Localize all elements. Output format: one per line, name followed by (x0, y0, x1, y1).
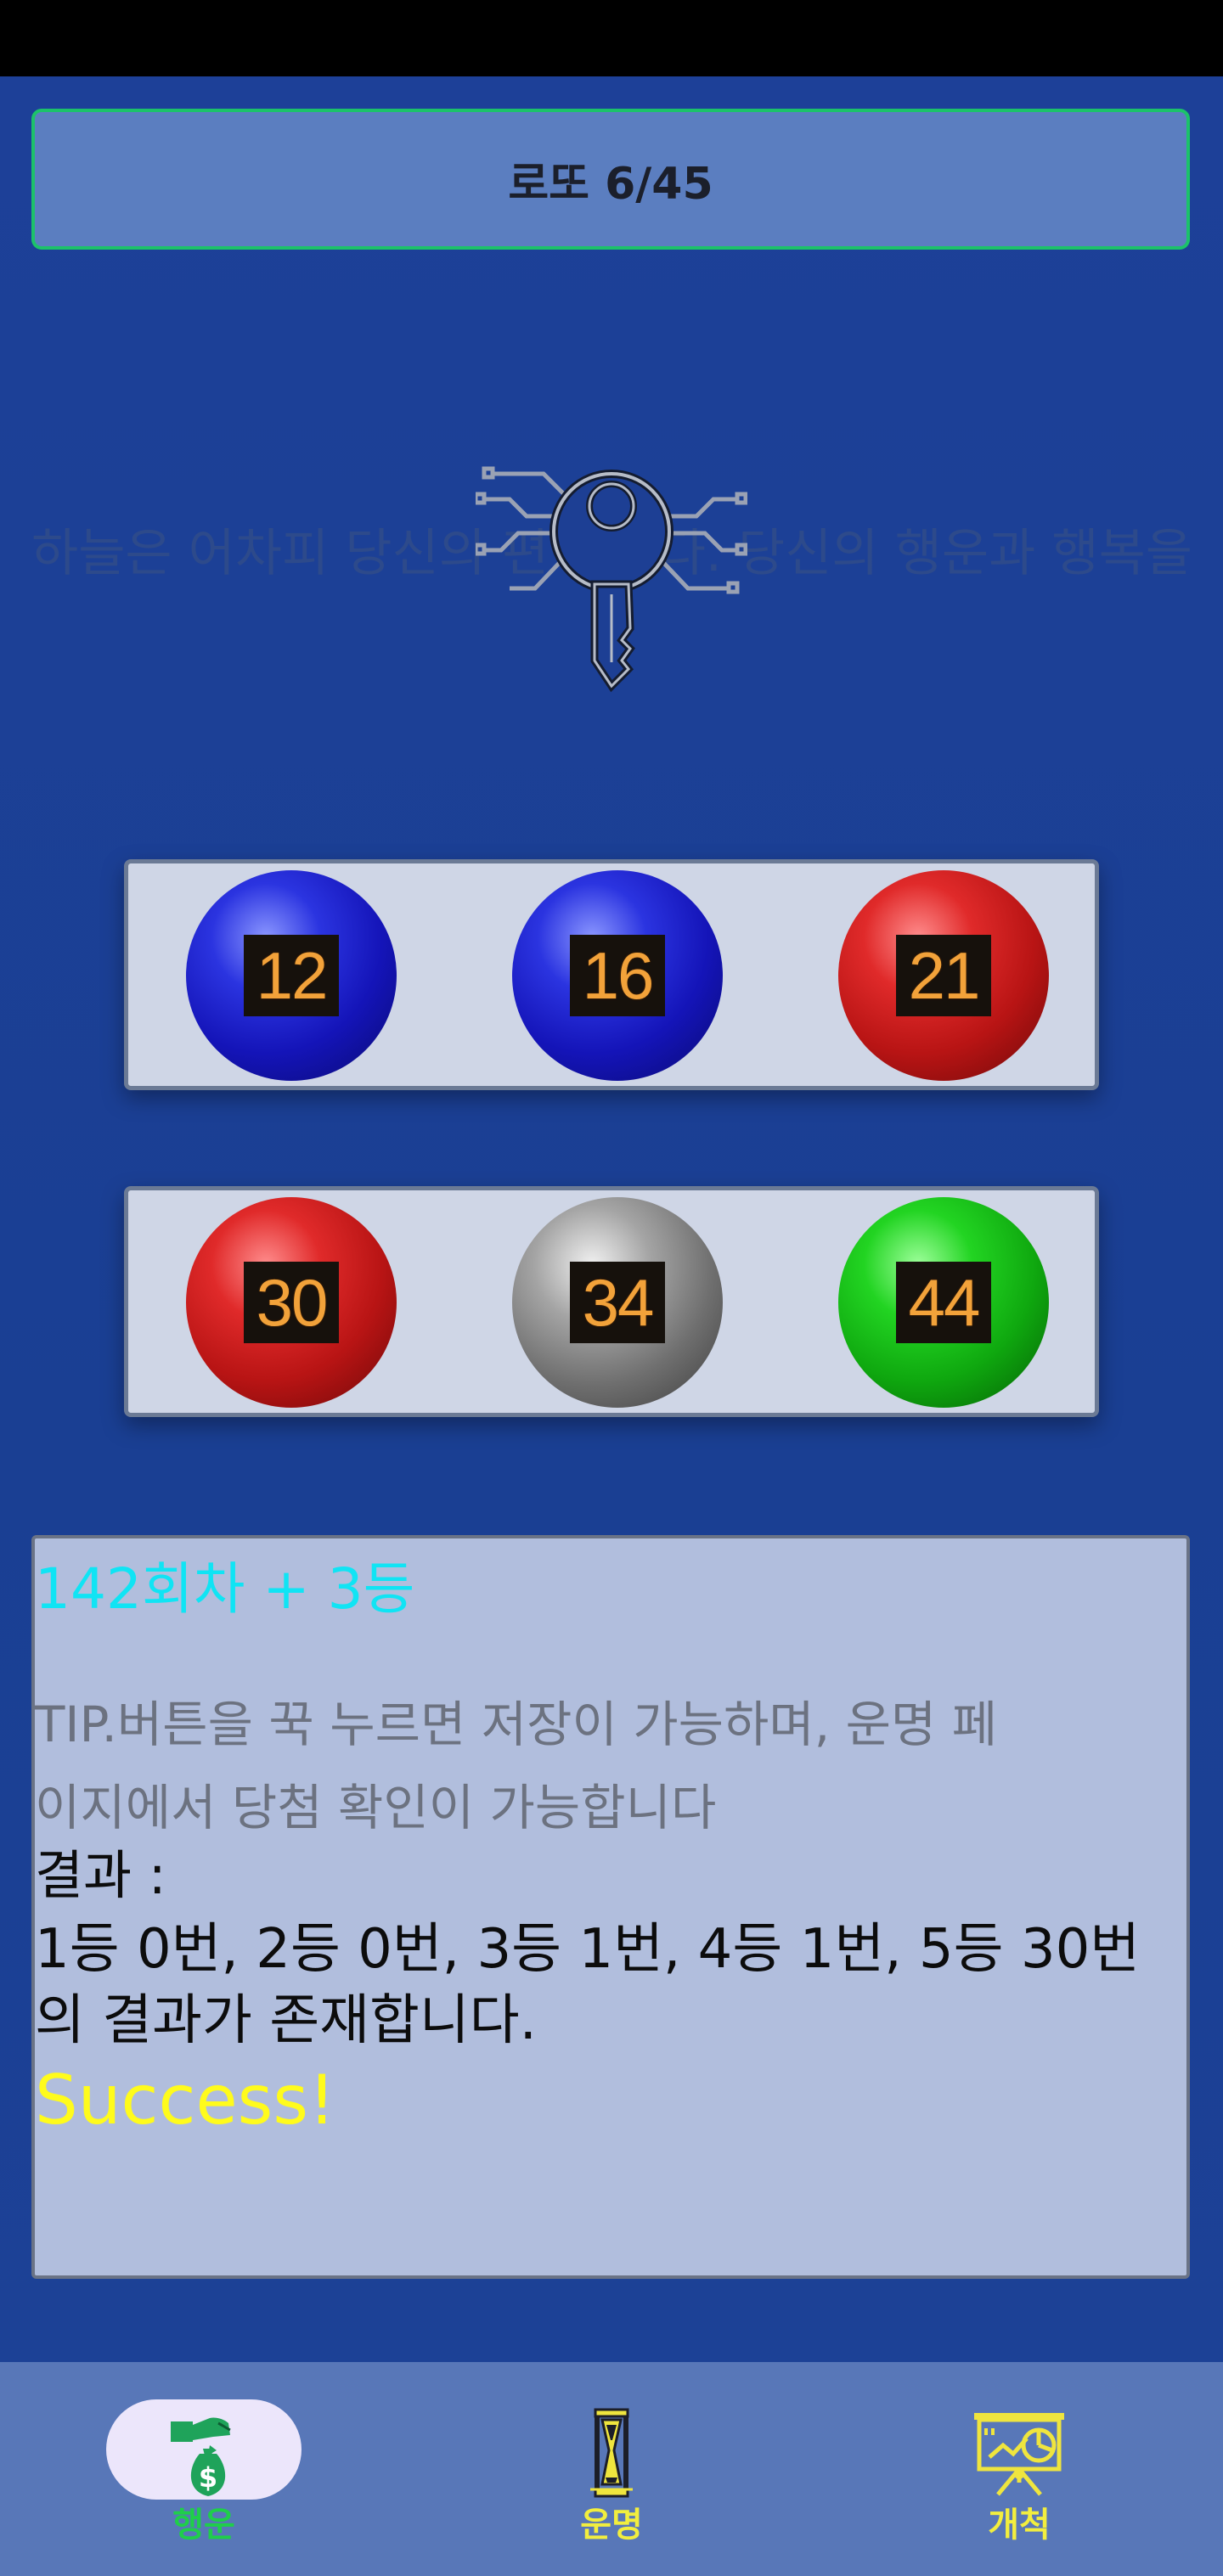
digital-key-icon[interactable] (476, 414, 747, 695)
money-bag-icon: $ (171, 2417, 231, 2496)
lotto-ball: 44 (838, 1197, 1049, 1408)
success-text: Success! (35, 2061, 336, 2140)
nav-label: 개척 (988, 2506, 1051, 2545)
nav-label: 행운 (172, 2506, 235, 2545)
result-info-box: 142회차 + 3등 TIP.버튼을 꾹 누르면 저장이 가능하며, 운명 페이… (31, 1535, 1190, 2279)
lotto-ball: 16 (512, 870, 723, 1081)
lotto-ball: 21 (838, 870, 1049, 1081)
ball-number: 16 (570, 935, 665, 1016)
hourglass-icon (590, 2408, 633, 2498)
ball-panel-top[interactable]: 12 16 21 (124, 859, 1099, 1090)
presentation-chart-icon (974, 2413, 1064, 2496)
nav-label: 운명 (580, 2506, 643, 2545)
result-text: 1등 0번, 2등 0번, 3등 1번, 4등 1번, 5등 30번의 결과가 … (35, 1918, 1141, 2052)
lotto-ball: 34 (512, 1197, 723, 1408)
page-title: 로또 6/45 (508, 158, 713, 210)
lotto-ball: 30 (186, 1197, 397, 1408)
ball-number: 30 (244, 1262, 339, 1343)
ball-number: 44 (896, 1262, 991, 1343)
lotto-ball: 12 (186, 870, 397, 1081)
nav-item-luck[interactable]: $ 행운 (68, 2362, 340, 2576)
result-label: 결과 : (35, 1844, 166, 1906)
bottom-navigation: $ 행운 운명 개척 (0, 2362, 1223, 2576)
ball-number: 34 (570, 1262, 665, 1343)
ball-panel-bottom[interactable]: 30 34 44 (124, 1186, 1099, 1417)
ball-number: 21 (896, 935, 991, 1016)
title-bar[interactable]: 로또 6/45 (31, 109, 1190, 250)
nav-item-pioneer[interactable]: 개척 (883, 2362, 1155, 2576)
tip-text: TIP.버튼을 꾹 누르면 저장이 가능하며, 운명 페이지에서 당첨 확인이 … (35, 1696, 998, 1836)
round-rank-text: 142회차 + 3등 (35, 1556, 415, 1622)
nav-item-destiny[interactable]: 운명 (476, 2362, 747, 2576)
status-bar (0, 0, 1223, 76)
ball-number: 12 (244, 935, 339, 1016)
svg-text:$: $ (199, 2461, 217, 2494)
